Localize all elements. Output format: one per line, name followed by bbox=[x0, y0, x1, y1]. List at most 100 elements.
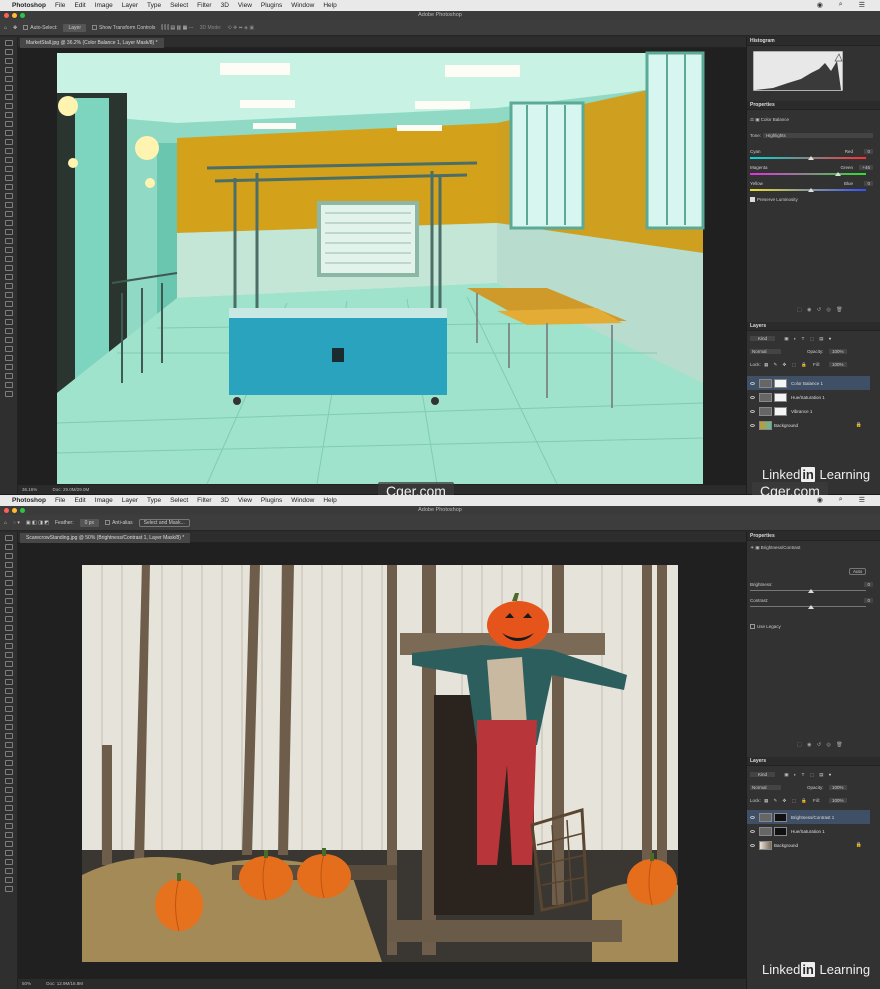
move-tool-icon[interactable]: ✥ bbox=[13, 25, 17, 31]
layer-mask-thumbnail[interactable] bbox=[774, 826, 787, 836]
anti-alias-checkbox[interactable]: Anti-alias bbox=[105, 520, 133, 526]
tool-button-icon[interactable] bbox=[5, 724, 13, 730]
menu-plugins[interactable]: Plugins bbox=[261, 497, 282, 504]
menu-3d[interactable]: 3D bbox=[221, 2, 229, 9]
opacity-field[interactable]: 100% bbox=[829, 349, 847, 354]
home-icon[interactable]: ⌂ bbox=[4, 25, 7, 31]
close-window-button[interactable] bbox=[4, 13, 9, 18]
tool-button-icon[interactable] bbox=[5, 265, 13, 271]
slider-value-field[interactable]: 0 bbox=[864, 598, 873, 603]
tool-button-icon[interactable] bbox=[5, 715, 13, 721]
menu-edit[interactable]: Edit bbox=[74, 497, 85, 504]
tool-button-icon[interactable] bbox=[5, 229, 13, 235]
tool-button-icon[interactable] bbox=[5, 346, 13, 352]
menu-plugins[interactable]: Plugins bbox=[261, 2, 282, 9]
show-transform-checkbox[interactable]: Show Transform Controls bbox=[92, 25, 155, 31]
filter-icons[interactable]: ▣ ◐ T ⬚ ▤ ● bbox=[784, 772, 833, 777]
tool-button-icon[interactable] bbox=[5, 661, 13, 667]
tool-button-icon[interactable] bbox=[5, 202, 13, 208]
visibility-eye-icon[interactable] bbox=[750, 829, 755, 833]
slider-value-field[interactable]: 0 bbox=[864, 149, 873, 154]
minimize-window-button[interactable] bbox=[12, 508, 17, 513]
zoom-level[interactable]: 36.16% bbox=[22, 487, 37, 492]
tool-button-icon[interactable] bbox=[5, 841, 13, 847]
tool-button-icon[interactable] bbox=[5, 697, 13, 703]
tool-button-icon[interactable] bbox=[5, 787, 13, 793]
menu-select[interactable]: Select bbox=[170, 2, 188, 9]
tool-button-icon[interactable] bbox=[5, 130, 13, 136]
tool-button-icon[interactable] bbox=[5, 382, 13, 388]
blend-mode-dropdown[interactable]: Normal bbox=[750, 349, 781, 354]
menu-type[interactable]: Type bbox=[147, 497, 161, 504]
zoom-window-button[interactable] bbox=[20, 13, 25, 18]
zoom-level[interactable]: 50% bbox=[22, 981, 31, 986]
tool-button-icon[interactable] bbox=[5, 220, 13, 226]
slider-knob[interactable] bbox=[834, 172, 841, 176]
menu-app[interactable]: Photoshop bbox=[12, 497, 46, 504]
slider-knob[interactable] bbox=[808, 188, 814, 192]
tool-button-icon[interactable] bbox=[5, 391, 13, 397]
histogram-panel-title[interactable]: Histogram bbox=[747, 37, 880, 46]
control-center-icon[interactable]: ◉ bbox=[817, 1, 823, 9]
kind-dropdown[interactable]: Kind bbox=[750, 336, 776, 341]
slider-value-field[interactable]: 0 bbox=[864, 582, 873, 587]
menu-app[interactable]: Photoshop bbox=[12, 2, 46, 9]
tool-button-icon[interactable] bbox=[5, 112, 13, 118]
tool-button-icon[interactable] bbox=[5, 778, 13, 784]
menu-help[interactable]: Help bbox=[323, 497, 336, 504]
tool-button-icon[interactable] bbox=[5, 211, 13, 217]
3d-icons[interactable]: ⟲ ✥ ⬌ ◈ ▣ bbox=[227, 25, 254, 31]
properties-panel-title[interactable]: Properties bbox=[747, 101, 880, 110]
preserve-luminosity-checkbox[interactable]: Preserve Luminosity bbox=[747, 197, 798, 203]
tool-button-icon[interactable] bbox=[5, 364, 13, 370]
doc-size[interactable]: Doc: 12.9M/16.8M bbox=[46, 981, 83, 986]
menu-extras-icon[interactable]: ☰ bbox=[859, 496, 865, 504]
tool-button-icon[interactable] bbox=[5, 247, 13, 253]
tool-button-icon[interactable] bbox=[5, 94, 13, 100]
tool-button-icon[interactable] bbox=[5, 652, 13, 658]
menu-help[interactable]: Help bbox=[323, 2, 336, 9]
tool-button-icon[interactable] bbox=[5, 184, 13, 190]
tool-button-icon[interactable] bbox=[5, 544, 13, 550]
color-slider-track[interactable] bbox=[750, 156, 866, 160]
properties-footer-icons[interactable]: ⬚ ◉ ↺ ◎ 🗑 bbox=[797, 307, 845, 313]
menu-3d[interactable]: 3D bbox=[221, 497, 229, 504]
layer-row[interactable]: Background 🔒 bbox=[747, 838, 870, 852]
tone-dropdown[interactable]: Highlights bbox=[763, 133, 873, 138]
tool-button-icon[interactable] bbox=[5, 274, 13, 280]
control-center-icon[interactable]: ◉ bbox=[817, 496, 823, 504]
visibility-eye-icon[interactable] bbox=[750, 409, 755, 413]
tool-button-icon[interactable] bbox=[5, 643, 13, 649]
tool-button-icon[interactable] bbox=[5, 580, 13, 586]
doc-size[interactable]: Doc: 29.0M/29.0M bbox=[53, 487, 90, 492]
tool-button-icon[interactable] bbox=[5, 823, 13, 829]
feather-input[interactable]: 0 px bbox=[79, 518, 100, 527]
opacity-field[interactable]: 100% bbox=[829, 785, 847, 790]
lock-icons[interactable]: ▦ ✎ ✥ ⬚ 🔒 bbox=[764, 798, 809, 803]
tool-button-icon[interactable] bbox=[5, 751, 13, 757]
tool-button-icon[interactable] bbox=[5, 49, 13, 55]
select-and-mask-button[interactable]: Select and Mask... bbox=[138, 518, 190, 527]
tool-button-icon[interactable] bbox=[5, 193, 13, 199]
layers-panel-title[interactable]: Layers bbox=[747, 322, 880, 331]
tool-button-icon[interactable] bbox=[5, 742, 13, 748]
tool-button-icon[interactable] bbox=[5, 355, 13, 361]
tool-button-icon[interactable] bbox=[5, 373, 13, 379]
auto-select-checkbox[interactable]: Auto-Select: bbox=[23, 25, 57, 31]
layer-row[interactable]: Background 🔒 bbox=[747, 418, 870, 432]
tool-button-icon[interactable] bbox=[5, 598, 13, 604]
tool-button-icon[interactable] bbox=[5, 76, 13, 82]
home-icon[interactable]: ⌂ bbox=[4, 520, 7, 526]
zoom-window-button[interactable] bbox=[20, 508, 25, 513]
tool-button-icon[interactable] bbox=[5, 121, 13, 127]
fill-field[interactable]: 100% bbox=[829, 362, 847, 367]
tool-button-icon[interactable] bbox=[5, 805, 13, 811]
bc-slider-track[interactable] bbox=[750, 589, 866, 593]
properties-footer-icons[interactable]: ⬚ ◉ ↺ ◎ 🗑 bbox=[797, 742, 845, 748]
visibility-eye-icon[interactable] bbox=[750, 395, 755, 399]
layers-panel-title[interactable]: Layers bbox=[747, 757, 880, 766]
slider-knob[interactable] bbox=[808, 156, 814, 160]
tool-button-icon[interactable] bbox=[5, 310, 13, 316]
menu-window[interactable]: Window bbox=[291, 2, 314, 9]
auto-button[interactable]: Auto bbox=[849, 568, 867, 575]
